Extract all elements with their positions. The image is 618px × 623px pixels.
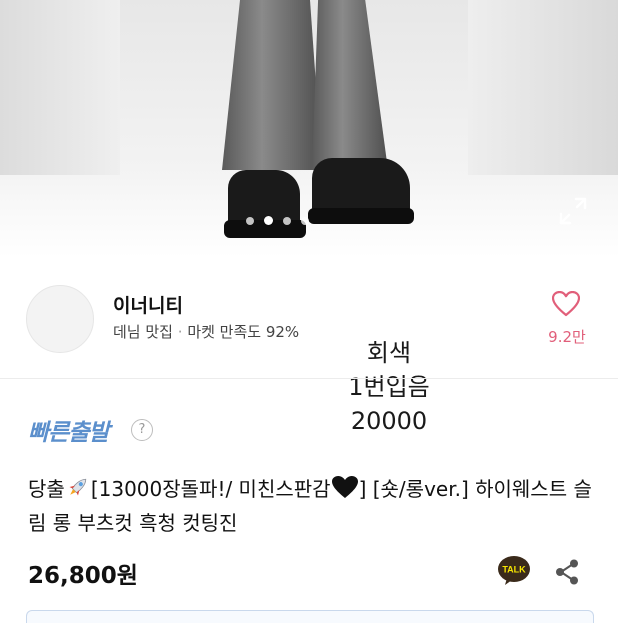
- photo-jeans-left-leg: [222, 0, 322, 170]
- share-icon[interactable]: [553, 558, 581, 586]
- kakaotalk-label: TALK: [502, 565, 526, 575]
- photo-jeans-right-leg: [312, 0, 388, 170]
- photo-boot-sole-right: [308, 208, 414, 224]
- overlay-note: 회색 1번입음 20000: [330, 336, 448, 438]
- overlay-note-line: 20000: [350, 407, 428, 435]
- shop-subinfo-separator: ·: [177, 323, 183, 341]
- shop-avatar[interactable]: [26, 285, 94, 353]
- shop-tagline: 데님 맛집: [113, 323, 173, 341]
- heart-icon[interactable]: [552, 291, 580, 317]
- product-price: 26,800원: [28, 563, 138, 589]
- carousel-dot-active[interactable]: [264, 216, 273, 225]
- shop-satisfaction: 마켓 만족도 92%: [187, 323, 300, 341]
- product-image[interactable]: [0, 0, 618, 258]
- rocket-icon: [69, 478, 86, 496]
- product-title-part: [13000장돌파!/ 미친스판감: [90, 477, 331, 501]
- carousel-indicator: [246, 216, 309, 225]
- carousel-dot[interactable]: [283, 216, 291, 225]
- help-icon[interactable]: ?: [131, 419, 153, 441]
- shop-subinfo: 데님 맛집 · 마켓 만족도 92%: [113, 321, 299, 342]
- carousel-dot[interactable]: [301, 216, 309, 225]
- expand-icon[interactable]: [556, 194, 590, 228]
- product-title: 당출 [13000장돌파!/ 미친스판감 ] [숏/롱ver.] 하이웨스트 슬…: [28, 472, 598, 540]
- black-heart-icon: [331, 476, 358, 498]
- product-title-part: 당출: [28, 477, 65, 501]
- bottom-action-panel[interactable]: [26, 610, 594, 623]
- section-divider: [0, 378, 618, 379]
- like-count: 9.2만: [548, 328, 586, 346]
- fast-shipping-badge: 빠른출발: [28, 420, 110, 446]
- overlay-note-line: 회색: [366, 339, 412, 367]
- shop-name[interactable]: 이너니티: [113, 291, 183, 318]
- carousel-dot[interactable]: [246, 216, 254, 225]
- kakaotalk-icon[interactable]: TALK: [497, 555, 531, 587]
- overlay-note-line: 1번입음: [348, 373, 430, 401]
